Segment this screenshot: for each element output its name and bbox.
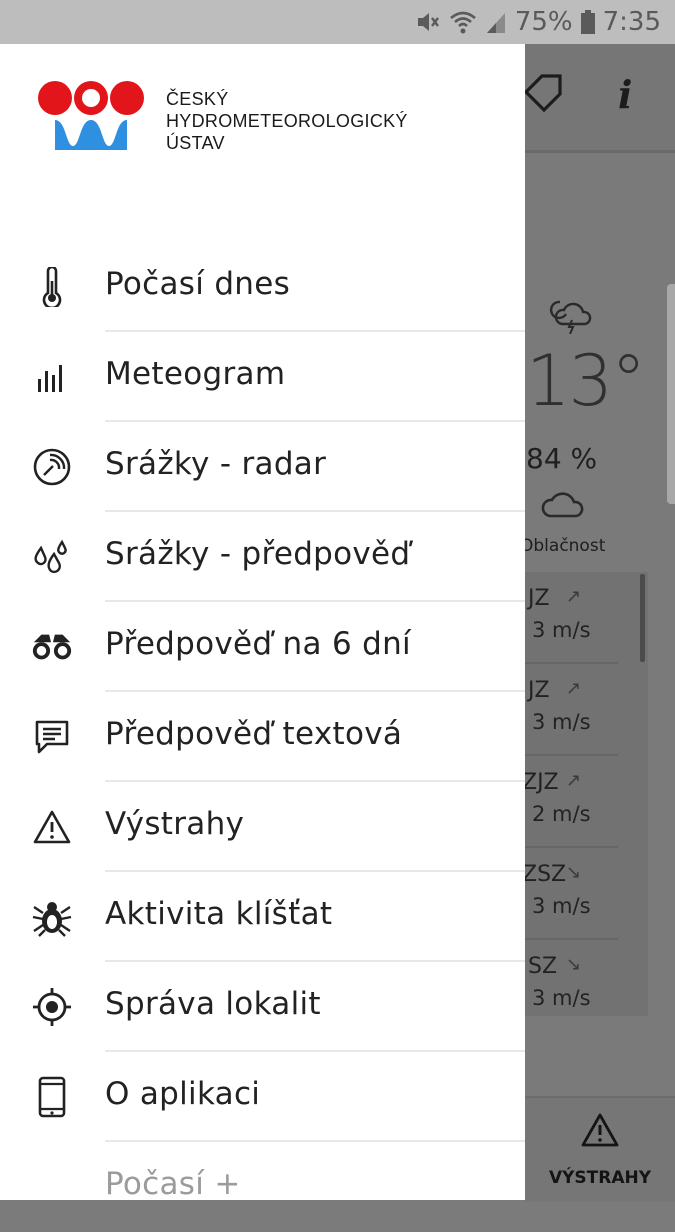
wind-direction: ZSZ xyxy=(522,862,567,887)
warnings-tab-label: VÝSTRAHY xyxy=(548,1168,652,1188)
menu-item-label: Předpověď na 6 dní xyxy=(105,626,411,662)
menu-item-predpoved-6-dni[interactable]: Předpověď na 6 dní xyxy=(0,602,525,692)
status-bar: 75% 7:35 xyxy=(0,0,675,44)
wind-row: ZJZ ↗ 2 m/s xyxy=(522,756,618,848)
warning-icon xyxy=(581,1113,619,1147)
menu-item-aktivita-klistat[interactable]: Aktivita klíšťat xyxy=(0,872,525,962)
org-name-line: HYDROMETEOROLOGICKÝ xyxy=(166,111,408,131)
binoculars-icon xyxy=(30,627,74,667)
warnings-tab[interactable]: VÝSTRAHY xyxy=(525,1096,675,1202)
wind-speed: 3 m/s xyxy=(532,710,591,734)
battery-percent: 75% xyxy=(514,7,573,37)
wind-arrow-icon: ↘ xyxy=(566,862,582,883)
org-name-line: ČESKÝ xyxy=(166,89,229,109)
wind-direction: ZJZ xyxy=(522,770,559,795)
chmi-logo xyxy=(38,81,144,150)
menu-item-srazky-predpoved[interactable]: Srážky - předpověď xyxy=(0,512,525,602)
mute-icon xyxy=(417,13,439,31)
location-target-icon xyxy=(30,987,74,1027)
phone-icon xyxy=(30,1076,74,1118)
menu-item-label: Meteogram xyxy=(105,356,286,392)
org-name-line: ÚSTAV xyxy=(166,133,225,153)
menu-item-label: Počasí dnes xyxy=(105,266,291,302)
menu-item-meteogram[interactable]: Meteogram xyxy=(0,332,525,422)
battery-icon xyxy=(580,10,595,34)
menu-item-label: Aktivita klíšťat xyxy=(105,896,333,932)
wind-speed: 3 m/s xyxy=(532,986,591,1010)
menu-item-srazky-radar[interactable]: Srážky - radar xyxy=(0,422,525,512)
menu-item-predpoved-textova[interactable]: Předpověď textová xyxy=(0,692,525,782)
signal-icon xyxy=(486,13,505,33)
wind-speed: 2 m/s xyxy=(532,802,591,826)
menu-item-label: Srážky - předpověď xyxy=(105,536,411,572)
status-icons: 75% 7:35 xyxy=(415,0,661,44)
organization-name: ČESKÝ HYDROMETEOROLOGICKÝ ÚSTAV xyxy=(166,88,408,154)
menu-item-label: O aplikaci xyxy=(105,1076,261,1112)
wind-direction: SZ xyxy=(528,954,558,979)
menu-item-label: Počasí + xyxy=(105,1166,241,1202)
menu-item-sprava-lokalit[interactable]: Správa lokalit xyxy=(0,962,525,1052)
cloud-icon xyxy=(541,492,584,518)
wind-row: ZSZ ↘ 3 m/s xyxy=(522,848,618,940)
wind-list[interactable]: JZ ↗ 3 m/s JZ ↗ 3 m/s ZJZ ↗ 2 m/s ZSZ ↘ … xyxy=(522,572,648,1016)
menu-item-o-aplikaci[interactable]: O aplikaci xyxy=(0,1052,525,1142)
thermometer-icon xyxy=(30,267,74,307)
menu-item-label: Výstrahy xyxy=(105,806,245,842)
edge-handle[interactable] xyxy=(667,284,675,504)
navigation-drawer: ČESKÝ HYDROMETEOROLOGICKÝ ÚSTAV Počasí d… xyxy=(0,44,525,1202)
message-icon xyxy=(30,717,74,757)
menu-item-label: Předpověď textová xyxy=(105,716,403,752)
current-temperature: 13° xyxy=(526,340,646,422)
wind-row: SZ ↘ 3 m/s xyxy=(522,940,618,1030)
menu-item-pocasi-dnes[interactable]: Počasí dnes xyxy=(0,242,525,332)
wind-arrow-icon: ↗ xyxy=(566,586,582,607)
menu-item-pocasi-plus[interactable]: Počasí + xyxy=(0,1142,525,1232)
wind-row: JZ ↗ 3 m/s xyxy=(522,572,618,664)
tag-icon[interactable] xyxy=(522,74,562,114)
bar-chart-icon xyxy=(30,357,74,397)
wind-direction: JZ xyxy=(528,678,550,703)
wind-row: JZ ↗ 3 m/s xyxy=(522,664,618,756)
clock: 7:35 xyxy=(602,7,661,37)
radar-icon xyxy=(30,447,74,487)
info-icon[interactable]: i xyxy=(618,72,632,117)
wind-speed: 3 m/s xyxy=(532,618,591,642)
wind-direction: JZ xyxy=(528,586,550,611)
cloudiness-label: Oblačnost xyxy=(520,536,606,556)
warning-icon xyxy=(30,807,74,847)
cloud-storm-icon xyxy=(549,300,592,334)
wind-arrow-icon: ↗ xyxy=(566,678,582,699)
wifi-icon xyxy=(449,11,476,34)
menu-item-label: Správa lokalit xyxy=(105,986,321,1022)
humidity-value: 84 % xyxy=(526,442,598,475)
drops-icon xyxy=(30,537,74,577)
wind-arrow-icon: ↗ xyxy=(566,770,582,791)
tick-icon xyxy=(30,897,74,937)
menu-item-label: Srážky - radar xyxy=(105,446,327,482)
wind-speed: 3 m/s xyxy=(532,894,591,918)
wind-list-scrollbar[interactable] xyxy=(640,574,645,662)
wind-arrow-icon: ↘ xyxy=(566,954,582,975)
menu-item-vystrahy[interactable]: Výstrahy xyxy=(0,782,525,872)
drawer-menu: Počasí dnes Meteogram Srážky - radar Srá… xyxy=(0,242,525,1232)
